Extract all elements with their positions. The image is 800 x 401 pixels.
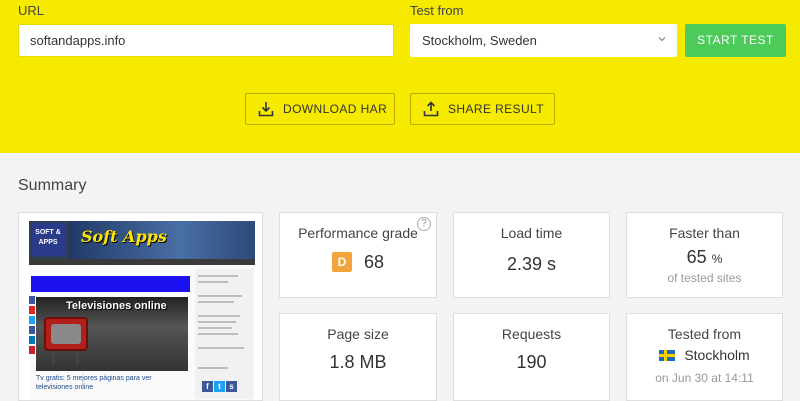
location-select-value: Stockholm, Sweden: [422, 33, 537, 48]
load-time-label: Load time: [500, 225, 563, 241]
share-icon: s: [226, 381, 237, 392]
tv-icon: [44, 317, 88, 351]
share-result-button[interactable]: SHARE RESULT: [410, 93, 555, 125]
url-label: URL: [18, 3, 45, 18]
help-icon[interactable]: ?: [417, 217, 431, 231]
page-size-value: 1.8 MB: [329, 352, 387, 372]
requests-card: Requests 190: [453, 313, 610, 401]
start-test-button[interactable]: START TEST: [685, 24, 786, 57]
page-size-card: Page size 1.8 MB: [279, 313, 437, 401]
download-har-button[interactable]: DOWNLOAD HAR: [245, 93, 395, 125]
preview-hero-image: Televisiones online: [36, 297, 188, 371]
share-result-label: SHARE RESULT: [448, 102, 544, 116]
screenshot-image: SOFT & APPS Soft Apps Televisiones onlin…: [29, 221, 255, 400]
preview-share-strip: [29, 296, 35, 366]
chevron-down-icon: [657, 34, 667, 44]
preview-social-buttons: fts: [202, 376, 238, 394]
performance-grade-card: Performance grade ? D 68: [279, 212, 437, 298]
twitter-icon: t: [214, 381, 225, 392]
preview-nav: [29, 259, 255, 265]
sweden-flag-icon: [659, 350, 676, 361]
percent-unit: %: [711, 252, 723, 266]
performance-grade-label: Performance grade: [298, 225, 418, 241]
test-form-band: URL Test from Stockholm, Sweden START TE…: [0, 0, 800, 153]
facebook-icon: f: [202, 381, 213, 392]
page-screenshot-preview[interactable]: SOFT & APPS Soft Apps Televisiones onlin…: [18, 212, 263, 401]
requests-value: 190: [516, 352, 547, 372]
tested-from-date: on Jun 30 at 14:11: [655, 371, 754, 385]
location-select[interactable]: Stockholm, Sweden: [410, 24, 677, 57]
url-input[interactable]: [18, 24, 394, 57]
preview-blue-bar: [31, 276, 190, 292]
tested-from-location: Stockholm: [627, 347, 782, 363]
tested-from-card: Tested from Stockholm on Jun 30 at 14:11: [626, 313, 783, 401]
faster-than-card: Faster than 65 % of tested sites: [626, 212, 783, 298]
preview-caption: Tv gratis: 5 mejores páginas para ver te…: [36, 375, 152, 391]
faster-than-label: Faster than: [669, 225, 740, 241]
tested-from-city: Stockholm: [684, 347, 750, 363]
preview-hero-title: Televisiones online: [66, 300, 167, 312]
download-har-label: DOWNLOAD HAR: [283, 102, 388, 116]
performance-grade-value: D 68: [280, 252, 436, 273]
tested-from-label: Tested from: [667, 326, 742, 342]
load-time-card: Load time 2.39 s: [453, 212, 610, 298]
requests-label: Requests: [501, 326, 562, 342]
load-time-value: 2.39 s: [506, 254, 557, 274]
summary-heading: Summary: [18, 177, 87, 194]
faster-than-subtext: of tested sites: [667, 271, 742, 285]
preview-brand: Soft Apps: [81, 227, 167, 246]
location-label: Test from: [410, 3, 464, 18]
preview-logo: SOFT & APPS: [31, 223, 65, 256]
page-size-label: Page size: [327, 326, 389, 342]
download-icon: [258, 102, 274, 117]
faster-than-value: 65 %: [627, 247, 782, 268]
performance-score: 68: [363, 252, 385, 272]
grade-badge: D: [331, 252, 352, 272]
faster-than-number: 65: [686, 247, 707, 267]
share-icon: [423, 101, 439, 117]
